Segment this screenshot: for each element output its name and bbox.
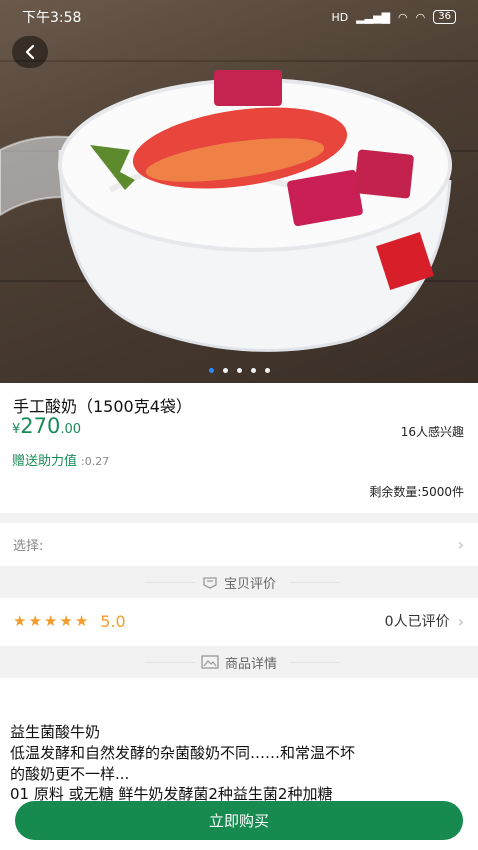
- product-price: ¥270.00: [12, 414, 81, 438]
- battery-icon: 36: [433, 10, 456, 24]
- gallery-dot[interactable]: [208, 368, 214, 373]
- price-integer: 270: [20, 414, 61, 438]
- bonus-points: 赠送助力值:0.27: [12, 450, 109, 469]
- buy-now-button[interactable]: 立即购买: [15, 801, 463, 840]
- star-icon: ★: [74, 612, 89, 630]
- review-icon: [203, 577, 217, 589]
- stock-remaining: 剩余数量:5000件: [369, 485, 464, 499]
- description-line: 的酸奶更不一样...: [10, 765, 130, 783]
- spec-select-label: 选择:: [13, 538, 44, 554]
- gallery-dot[interactable]: [222, 368, 228, 373]
- description-line: 低温发酵和自然发酵的杂菌酸奶不同……和常温不坏: [10, 744, 356, 762]
- chevron-left-icon: [25, 44, 35, 60]
- signal-icon: ▂▃▅▇: [356, 10, 391, 24]
- status-icons: HD ▂▃▅▇ ◠ ◠ 36: [331, 10, 456, 24]
- star-icon: ★: [13, 612, 27, 630]
- details-section-title: 商品详情: [224, 656, 277, 672]
- yogurt-photo: [0, 70, 452, 352]
- price-decimal: .00: [60, 422, 82, 437]
- back-button[interactable]: [12, 36, 48, 68]
- spec-select-row[interactable]: 选择: ›: [0, 523, 478, 565]
- divider-line: [290, 662, 340, 663]
- bonus-label: 赠送助力值: [12, 454, 78, 469]
- network-icon: HD: [331, 10, 349, 24]
- star-icon: ★: [43, 612, 58, 630]
- star-rating: ★ ★ ★ ★ ★: [13, 612, 88, 630]
- status-time: 下午3:58: [22, 10, 82, 26]
- details-section-header: 商品详情: [0, 646, 478, 678]
- divider-line: [145, 582, 195, 583]
- divider-line: [145, 662, 195, 663]
- reviews-section-header: 宝贝评价: [0, 566, 478, 598]
- review-count: 0人已评价 ›: [385, 611, 464, 631]
- wifi-icon-2: ◠: [415, 10, 426, 24]
- gallery-pagination: [0, 368, 478, 373]
- reviews-section-title: 宝贝评价: [223, 576, 276, 592]
- reviews-summary-row[interactable]: ★ ★ ★ ★ ★ 5.0 0人已评价 ›: [0, 598, 478, 644]
- gallery-dot[interactable]: [264, 368, 270, 373]
- divider-line: [290, 582, 340, 583]
- description-line: 益生菌酸牛奶: [10, 723, 101, 741]
- chevron-right-icon: ›: [457, 611, 464, 631]
- star-icon: ★: [28, 612, 42, 630]
- gallery-dot[interactable]: [250, 368, 256, 373]
- image-icon: [201, 655, 219, 669]
- gallery-dot[interactable]: [236, 368, 242, 373]
- product-info: 手工酸奶（1500克4袋） ¥270.00 16人感兴趣 赠送助力值:0.27 …: [0, 383, 478, 513]
- product-image-gallery[interactable]: 下午3:58 HD ▂▃▅▇ ◠ ◠ 36: [0, 0, 478, 383]
- status-bar: 下午3:58 HD ▂▃▅▇ ◠ ◠ 36: [0, 0, 478, 34]
- rating-score: 5.0: [100, 611, 126, 631]
- divider: [0, 513, 478, 523]
- star-icon: ★: [59, 612, 73, 630]
- rating: ★ ★ ★ ★ ★ 5.0: [13, 612, 126, 631]
- wifi-icon: ◠: [398, 10, 408, 24]
- bonus-value: :0.27: [81, 455, 110, 468]
- review-count-text: 0人已评价: [384, 614, 450, 630]
- interest-count: 16人感兴趣: [400, 425, 464, 439]
- chevron-right-icon: ›: [457, 534, 464, 554]
